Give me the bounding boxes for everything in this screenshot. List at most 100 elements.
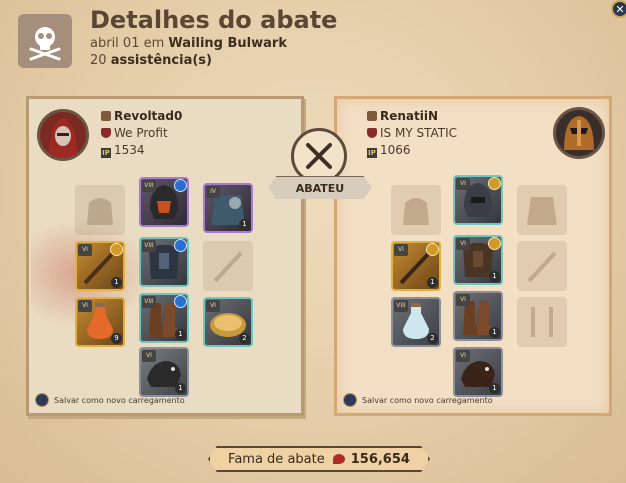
killer-guild: We Profit bbox=[101, 126, 168, 140]
tier-badge: VI bbox=[456, 238, 470, 250]
enchant-icon bbox=[426, 243, 439, 256]
victim-save-loadout[interactable]: Salvar como novo carregamento bbox=[343, 393, 493, 407]
killer-panel: Revoltad0 We Profit IP 1534 VIII IV 1 VI … bbox=[26, 96, 304, 416]
assists-count: 20 assistência(s) bbox=[90, 53, 212, 68]
victim-slot-mount[interactable]: VI 1 bbox=[453, 347, 503, 397]
victim-guild-text: IS MY STATIC bbox=[380, 126, 458, 140]
quantity-badge: 1 bbox=[489, 271, 500, 282]
quantity-badge: 2 bbox=[427, 333, 438, 344]
assists-label: assistência(s) bbox=[110, 53, 212, 68]
victim-slot-head[interactable]: VI bbox=[453, 175, 503, 225]
killer-ip-text: 1534 bbox=[114, 143, 145, 157]
killer-slot-chest[interactable]: VIII bbox=[139, 237, 189, 287]
crossed-swords-icon bbox=[291, 128, 347, 184]
save-loadout-label: Salvar como novo carregamento bbox=[54, 395, 185, 405]
victim-ip-text: 1066 bbox=[380, 143, 411, 157]
close-button[interactable]: ✕ bbox=[611, 0, 626, 18]
kill-location: Wailing Bulwark bbox=[168, 36, 287, 51]
killer-name: Revoltad0 bbox=[101, 109, 182, 123]
save-loadout-label: Salvar como novo carregamento bbox=[362, 395, 493, 405]
quantity-badge: 1 bbox=[489, 327, 500, 338]
quantity-badge: 1 bbox=[427, 277, 438, 288]
quantity-badge: 2 bbox=[239, 333, 250, 344]
save-loadout-icon bbox=[343, 393, 357, 407]
guild-icon bbox=[367, 128, 377, 138]
save-loadout-icon bbox=[35, 393, 49, 407]
enchant-icon bbox=[488, 177, 501, 190]
enchant-icon bbox=[174, 295, 187, 308]
killer-slot-potion[interactable]: VI 9 bbox=[75, 297, 125, 347]
victim-slot-chest[interactable]: VI 1 bbox=[453, 235, 503, 285]
tier-badge: VIII bbox=[142, 296, 156, 308]
killer-name-text: Revoltad0 bbox=[114, 109, 183, 123]
victim-slot-off-hand bbox=[517, 241, 567, 291]
fame-value: 156,654 bbox=[350, 451, 410, 467]
tier-badge: VI bbox=[78, 300, 92, 312]
page-title: Detalhes do abate bbox=[90, 6, 338, 34]
tier-badge: VI bbox=[456, 294, 470, 306]
victim-guild: IS MY STATIC bbox=[367, 126, 457, 140]
killer-item-power: IP 1534 bbox=[101, 143, 145, 158]
tier-badge: VIII bbox=[142, 180, 156, 192]
tier-badge: VI bbox=[78, 244, 92, 256]
tier-badge: VIII bbox=[142, 240, 156, 252]
quantity-badge: 1 bbox=[175, 329, 186, 340]
enchant-icon bbox=[174, 239, 187, 252]
blood-drop-icon bbox=[332, 454, 345, 464]
killer-slot-head[interactable]: VIII bbox=[139, 177, 189, 227]
player-icon bbox=[367, 111, 377, 121]
killer-slot-food[interactable]: VI 2 bbox=[203, 297, 253, 347]
victim-slot-main-hand[interactable]: VI 1 bbox=[391, 241, 441, 291]
victim-slot-boots[interactable]: VI 1 bbox=[453, 291, 503, 341]
guild-icon bbox=[101, 128, 111, 138]
victim-item-power: IP 1066 bbox=[367, 143, 411, 158]
killer-avatar[interactable] bbox=[37, 109, 89, 161]
enchant-icon bbox=[488, 237, 501, 250]
item-power-icon: IP bbox=[367, 148, 377, 158]
kill-date-location: abril 01 em Wailing Bulwark bbox=[90, 36, 287, 51]
bag-icon bbox=[87, 198, 113, 225]
quantity-badge: 9 bbox=[111, 333, 122, 344]
victim-slot-food bbox=[517, 297, 567, 347]
victim-slot-cape bbox=[517, 185, 567, 235]
tier-badge: VI bbox=[394, 244, 408, 256]
tier-badge: VIII bbox=[394, 300, 408, 312]
victim-name: RenatiiN bbox=[367, 109, 438, 123]
killer-slot-boots[interactable]: VIII 1 bbox=[139, 293, 189, 343]
fork-knife-icon bbox=[531, 307, 553, 337]
item-power-icon: IP bbox=[101, 148, 111, 158]
quantity-badge: 1 bbox=[111, 277, 122, 288]
enchant-icon bbox=[174, 179, 187, 192]
killer-slot-bag bbox=[75, 185, 125, 235]
killer-slot-off-hand bbox=[203, 241, 253, 291]
kill-fame-bar: Fama de abate 156,654 bbox=[208, 446, 430, 472]
victim-slot-bag bbox=[391, 185, 441, 235]
killer-slot-mount[interactable]: VI 1 bbox=[139, 347, 189, 397]
killer-save-loadout[interactable]: Salvar como novo carregamento bbox=[35, 393, 185, 407]
tier-badge: VI bbox=[456, 178, 470, 190]
kill-label: ABATEU bbox=[268, 176, 372, 199]
player-icon bbox=[101, 111, 111, 121]
tier-badge: VI bbox=[456, 350, 470, 362]
victim-name-text: RenatiiN bbox=[380, 109, 439, 123]
bag-icon bbox=[403, 198, 429, 225]
killer-slot-cape[interactable]: IV 1 bbox=[203, 183, 253, 233]
killer-guild-text: We Profit bbox=[114, 126, 168, 140]
cape-icon bbox=[527, 197, 557, 225]
victim-avatar[interactable] bbox=[553, 107, 605, 159]
tier-badge: VI bbox=[206, 300, 220, 312]
victim-panel: RenatiiN IS MY STATIC IP 1066 VI VI 1 VI … bbox=[334, 96, 612, 416]
close-icon: ✕ bbox=[615, 2, 625, 16]
torch-icon bbox=[213, 251, 243, 283]
assists-number: 20 bbox=[90, 53, 107, 68]
kill-date: abril 01 em bbox=[90, 36, 165, 51]
enchant-icon bbox=[110, 243, 123, 256]
tier-badge: IV bbox=[206, 186, 220, 198]
quantity-badge: 1 bbox=[239, 219, 250, 230]
victim-slot-potion[interactable]: VIII 2 bbox=[391, 297, 441, 347]
skull-crossbones-icon bbox=[18, 14, 72, 68]
tier-badge: VI bbox=[142, 350, 156, 362]
torch-icon bbox=[527, 251, 557, 283]
fame-label: Fama de abate bbox=[228, 451, 325, 467]
killer-slot-main-hand[interactable]: VI 1 bbox=[75, 241, 125, 291]
